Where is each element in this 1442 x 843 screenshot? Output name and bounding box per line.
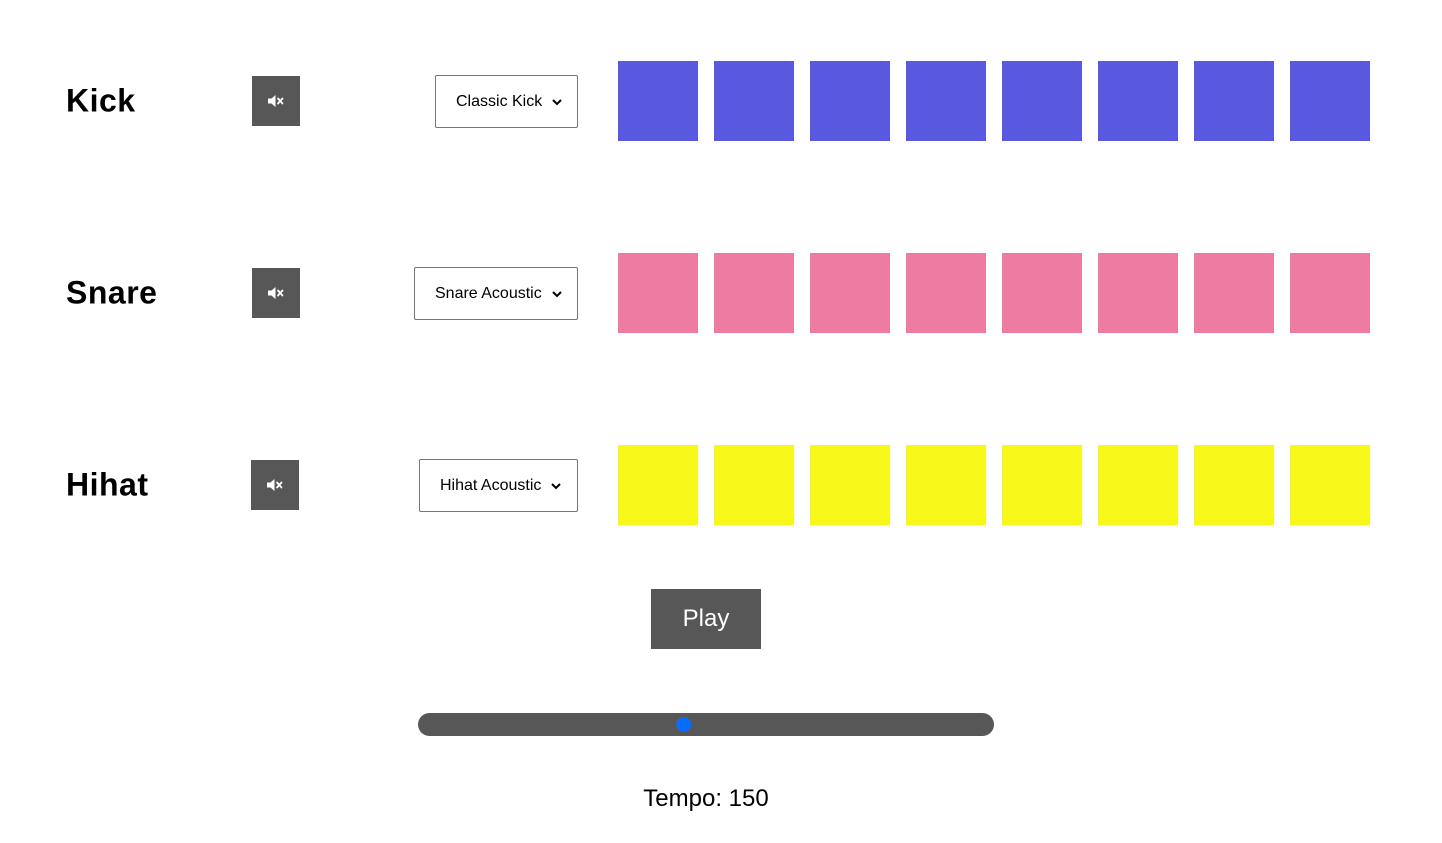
play-button[interactable]: Play [651,589,761,649]
step-pad[interactable] [714,445,794,525]
step-pad[interactable] [1098,61,1178,141]
mute-button[interactable] [252,268,300,318]
sound-select-value: Hihat Acoustic [440,476,542,494]
mute-button[interactable] [251,460,299,510]
track-row-snare: Snare Snare Acoustic [0,253,1442,333]
step-pad[interactable] [1290,253,1370,333]
track-row-kick: Kick Classic Kick [0,61,1442,141]
step-pad[interactable] [1194,445,1274,525]
step-pad[interactable] [1290,61,1370,141]
step-pad[interactable] [1002,445,1082,525]
track-name: Kick [66,82,136,119]
speaker-muted-icon [266,478,284,492]
chevron-down-icon [552,285,562,303]
mute-button[interactable] [252,76,300,126]
track-row-hihat: Hihat Hihat Acoustic [0,445,1442,525]
drum-sequencer: Kick Classic Kick Snare Snare Acoustic H… [0,0,1442,843]
step-pad[interactable] [906,61,986,141]
sound-select[interactable]: Classic Kick [435,75,578,128]
step-pad[interactable] [810,61,890,141]
sound-select-value: Classic Kick [456,92,543,110]
step-pad[interactable] [810,445,890,525]
speaker-muted-icon [267,286,285,300]
sound-select[interactable]: Snare Acoustic [414,267,578,320]
step-pad[interactable] [618,253,698,333]
chevron-down-icon [552,93,562,111]
step-pad[interactable] [1194,253,1274,333]
track-name: Hihat [66,466,149,503]
step-pad[interactable] [1002,61,1082,141]
step-pad[interactable] [1098,253,1178,333]
step-pad[interactable] [1194,61,1274,141]
step-pad[interactable] [714,253,794,333]
step-pad[interactable] [1002,253,1082,333]
step-pad[interactable] [906,253,986,333]
step-pad[interactable] [618,445,698,525]
sound-select-value: Snare Acoustic [435,284,542,302]
track-name: Snare [66,274,158,311]
step-pad[interactable] [1098,445,1178,525]
step-pad[interactable] [1290,445,1370,525]
step-pad[interactable] [906,445,986,525]
tempo-label: Tempo: 150 [643,785,769,812]
step-pad[interactable] [618,61,698,141]
sound-select[interactable]: Hihat Acoustic [419,459,578,512]
step-pad[interactable] [810,253,890,333]
tempo-slider-thumb[interactable] [676,717,692,732]
chevron-down-icon [551,477,562,495]
speaker-muted-icon [267,94,285,108]
step-pad[interactable] [714,61,794,141]
tempo-slider[interactable] [418,713,994,736]
